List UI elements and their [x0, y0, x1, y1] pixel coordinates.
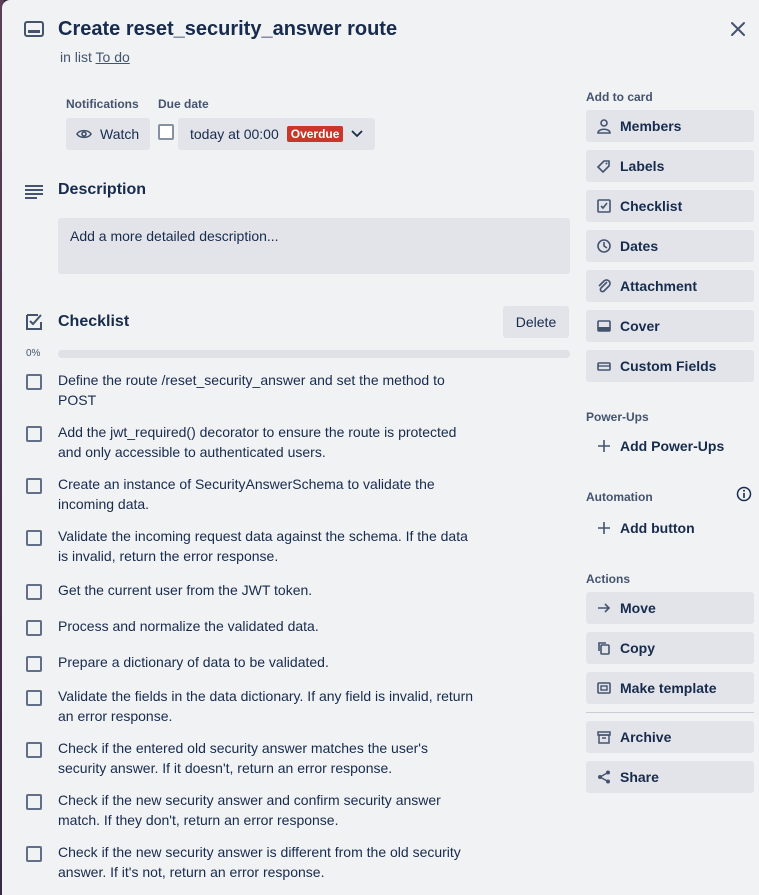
description-title: Description — [58, 181, 147, 198]
plus-icon — [598, 440, 610, 452]
custom-fields-label: Custom Fields — [620, 358, 717, 374]
tag-icon — [596, 160, 610, 174]
checklist-item-checkbox[interactable] — [26, 620, 42, 636]
archive-label: Archive — [620, 729, 672, 745]
checklist-item-text[interactable]: Check if the new security answer is diff… — [58, 842, 478, 882]
cover-button[interactable]: Cover — [586, 310, 754, 342]
due-complete-checkbox[interactable] — [158, 124, 174, 140]
checklist-progress-bar — [58, 350, 570, 358]
checklist-item-text[interactable]: Define the route /reset_security_answer … — [58, 370, 478, 410]
share-button[interactable]: Share — [586, 761, 754, 793]
person-icon — [597, 119, 611, 134]
checklist-item-checkbox[interactable] — [26, 478, 42, 494]
move-label: Move — [620, 600, 656, 616]
eye-icon — [76, 129, 92, 139]
chevron-down-icon — [351, 130, 364, 138]
checklist-label: Checklist — [620, 198, 683, 214]
checklist-item-text[interactable]: Get the current user from the JWT token. — [58, 580, 478, 600]
description-icon — [25, 185, 43, 199]
checklist-item-text[interactable]: Check if the new security answer and con… — [58, 790, 478, 830]
overdue-badge: Overdue — [286, 126, 344, 142]
checklist-item-text[interactable]: Process and normalize the validated data… — [58, 616, 478, 636]
checklist-item-text[interactable]: Validate the fields in the data dictiona… — [58, 686, 478, 726]
cover-icon — [597, 320, 611, 332]
info-icon[interactable] — [736, 486, 752, 502]
add-to-card-label: Add to card — [586, 90, 653, 104]
archive-button[interactable]: Archive — [586, 721, 754, 753]
automation-label: Automation — [586, 490, 653, 504]
plus-icon — [598, 522, 610, 534]
members-button[interactable]: Members — [586, 110, 754, 142]
actions-label: Actions — [586, 572, 631, 586]
due-date-button[interactable]: today at 00:00 Overdue — [178, 118, 375, 150]
checklist-item-checkbox[interactable] — [26, 374, 42, 390]
labels-label: Labels — [620, 158, 665, 174]
cover-label: Cover — [620, 318, 660, 334]
attachment-button[interactable]: Attachment — [586, 270, 754, 302]
checklist-item-checkbox[interactable] — [26, 584, 42, 600]
paperclip-icon — [598, 279, 611, 293]
checklist-item-text[interactable]: Add the jwt_required() decorator to ensu… — [58, 422, 478, 462]
checklist-item-checkbox[interactable] — [26, 742, 42, 758]
checklist-item-checkbox[interactable] — [26, 846, 42, 862]
members-label: Members — [620, 118, 682, 134]
checklist-icon — [26, 314, 42, 330]
checklist-icon — [597, 199, 611, 213]
copy-label: Copy — [620, 640, 655, 656]
watch-button[interactable]: Watch — [66, 118, 150, 150]
add-powerups-label: Add Power-Ups — [620, 438, 725, 454]
template-icon — [597, 682, 611, 694]
dates-label: Dates — [620, 238, 659, 254]
in-list-prefix: in list — [60, 49, 92, 65]
close-icon — [731, 22, 745, 36]
add-button-label: Add button — [620, 520, 695, 536]
checklist-item-checkbox[interactable] — [26, 656, 42, 672]
checklist-button[interactable]: Checklist — [586, 190, 754, 222]
make-template-button[interactable]: Make template — [586, 672, 754, 704]
add-automation-button[interactable]: Add button — [586, 512, 754, 544]
due-date-label: Due date — [158, 97, 209, 111]
copy-button[interactable]: Copy — [586, 632, 754, 664]
notifications-label: Notifications — [66, 97, 139, 111]
share-label: Share — [620, 769, 659, 785]
copy-icon — [598, 642, 610, 655]
watch-label: Watch — [100, 126, 140, 142]
list-link[interactable]: To do — [96, 49, 130, 65]
dates-button[interactable]: Dates — [586, 230, 754, 262]
description-editor[interactable]: Add a more detailed description... — [58, 218, 570, 274]
powerups-label: Power-Ups — [586, 410, 649, 424]
labels-button[interactable]: Labels — [586, 150, 754, 182]
checklist-title[interactable]: Checklist — [58, 313, 129, 331]
add-powerups-button[interactable]: Add Power-Ups — [586, 430, 754, 462]
share-icon — [598, 770, 610, 784]
checklist-item-checkbox[interactable] — [26, 690, 42, 706]
checklist-item-text[interactable]: Check if the entered old security answer… — [58, 738, 478, 778]
due-date-value: today at 00:00 — [190, 126, 279, 142]
card-detail-modal: Create reset_security_answer route in li… — [2, 0, 759, 895]
delete-checklist-button[interactable]: Delete — [503, 306, 569, 338]
checklist-item-checkbox[interactable] — [26, 794, 42, 810]
close-button[interactable] — [724, 15, 752, 43]
attachment-label: Attachment — [620, 278, 698, 294]
custom-fields-icon — [597, 362, 611, 371]
arrow-right-icon — [598, 603, 611, 613]
checklist-item-text[interactable]: Create an instance of SecurityAnswerSche… — [58, 474, 478, 514]
checklist-item-checkbox[interactable] — [26, 530, 42, 546]
archive-icon — [597, 731, 611, 744]
card-icon — [24, 21, 44, 37]
checklist-item-text[interactable]: Validate the incoming request data again… — [58, 526, 478, 566]
card-title[interactable]: Create reset_security_answer route — [58, 18, 397, 41]
move-button[interactable]: Move — [586, 592, 754, 624]
checklist-item-checkbox[interactable] — [26, 426, 42, 442]
checklist-percent: 0% — [26, 348, 41, 359]
custom-fields-button[interactable]: Custom Fields — [586, 350, 754, 382]
checklist-item-text[interactable]: Prepare a dictionary of data to be valid… — [58, 652, 478, 672]
in-list-text: in list To do — [60, 49, 130, 65]
clock-icon — [597, 239, 611, 253]
make-template-label: Make template — [620, 680, 717, 696]
actions-divider — [586, 712, 754, 713]
